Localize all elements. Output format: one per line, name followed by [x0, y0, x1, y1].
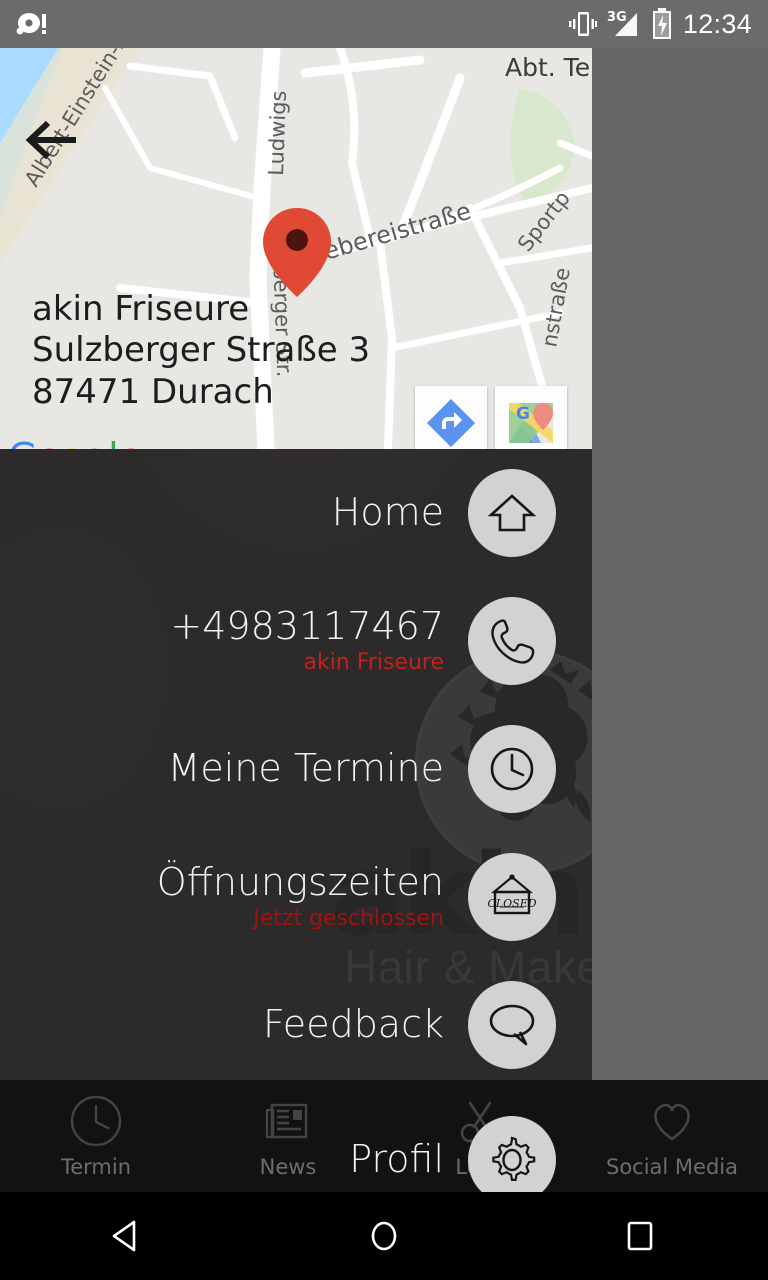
menu-item-oeffnungszeiten[interactable]: Öffnungszeiten Jetzt geschlossen CLOSED [0, 833, 592, 961]
google-attribution: G o o g l e [8, 438, 142, 449]
menu-item-label: Öffnungszeiten [156, 859, 444, 904]
status-bar: 3G 12:34 [0, 0, 768, 48]
battery-charging-icon [652, 8, 671, 39]
google-letter-o1: o [37, 438, 60, 449]
google-letter-o2: o [61, 438, 84, 449]
map-info-card[interactable]: Albert-Einstein-S Ludwigs Sulzberger Str… [0, 48, 592, 449]
menu-item-subtitle: akin Friseure [303, 650, 444, 676]
vibrate-icon [568, 12, 597, 36]
open-in-maps-button[interactable]: G [495, 386, 567, 449]
back-arrow-icon[interactable] [22, 110, 82, 170]
heart-icon [654, 1103, 690, 1141]
phone-icon [491, 619, 535, 664]
gear-icon [492, 1136, 536, 1181]
google-letter-g1: G [8, 438, 37, 449]
google-letter-l: l [108, 438, 119, 449]
nav-home-button[interactable] [256, 1214, 512, 1258]
clock-icon [490, 747, 534, 791]
menu-item-text: +4983117467 akin Friseure [170, 603, 444, 676]
drawer-scrim[interactable] [592, 48, 768, 1080]
status-bar-left [16, 9, 50, 39]
phone-screen: akin Hair & Make-Up Termin News [0, 0, 768, 1280]
directions-arrow-icon [427, 399, 475, 447]
speech-bubble-icon [489, 1004, 535, 1046]
menu-item-label: Meine Termine [167, 746, 444, 791]
navigation-drawer: Home +4983117467 akin Friseure Meine Ter… [0, 449, 592, 1080]
google-maps-app-icon: G [509, 403, 553, 443]
menu-item-meine-termine[interactable]: Meine Termine [0, 705, 592, 833]
place-street: Sulzberger Straße 3 [32, 330, 371, 371]
network-type-label: 3G [607, 10, 627, 25]
menu-item-text: Profil [349, 1137, 444, 1182]
tab-social-media[interactable]: Social Media [576, 1080, 768, 1192]
alarm-notification-icon [16, 13, 46, 35]
menu-item-label: Home [331, 490, 444, 535]
google-letter-g2: g [84, 438, 108, 449]
closed-sign-icon: CLOSED [487, 874, 537, 915]
street-label: Abt. Te [505, 53, 590, 82]
triangle-back-icon [112, 1220, 136, 1252]
menu-item-home[interactable]: Home [0, 449, 592, 577]
svg-text:CLOSED: CLOSED [487, 897, 536, 910]
directions-button[interactable] [415, 386, 487, 449]
nav-recents-button[interactable] [512, 1214, 768, 1258]
menu-item-text: Home [331, 490, 444, 535]
menu-item-label: +4983117467 [170, 603, 444, 648]
home-icon [487, 494, 537, 532]
menu-icon-wrapper [468, 725, 556, 813]
menu-item-text: Öffnungszeiten Jetzt geschlossen [156, 859, 444, 932]
menu-icon-wrapper: CLOSED [468, 853, 556, 941]
street-label: Ludwigs [264, 90, 291, 176]
place-name: akin Friseure [32, 289, 250, 329]
menu-item-label: Profil [349, 1137, 444, 1182]
menu-item-subtitle: Jetzt geschlossen [253, 906, 444, 932]
menu-item-label: Feedback [263, 1002, 444, 1047]
android-navigation-bar [0, 1192, 768, 1280]
status-bar-clock: 12:34 [682, 8, 752, 39]
status-bar-right: 3G 12:34 [568, 8, 752, 40]
signal-3g-icon: 3G [607, 10, 637, 36]
tab-label: Social Media [605, 1155, 738, 1179]
menu-item-text: Meine Termine [167, 746, 444, 791]
place-address-block: akin Friseure Sulzberger Straße 3 87471 … [32, 289, 370, 413]
nav-back-button[interactable] [0, 1214, 256, 1258]
menu-icon-wrapper [468, 1116, 556, 1204]
menu-item-text: Feedback [263, 1002, 444, 1047]
menu-icon-wrapper [468, 597, 556, 685]
place-city: 87471 Durach [32, 371, 274, 412]
svg-text:G: G [516, 404, 530, 424]
google-letter-e: e [119, 438, 142, 449]
menu-item-feedback[interactable]: Feedback [0, 961, 592, 1089]
menu-item-phone[interactable]: +4983117467 akin Friseure [0, 577, 592, 705]
square-recents-icon [627, 1221, 653, 1251]
circle-home-icon [371, 1221, 397, 1251]
menu-icon-wrapper [468, 469, 556, 557]
menu-icon-wrapper [468, 981, 556, 1069]
